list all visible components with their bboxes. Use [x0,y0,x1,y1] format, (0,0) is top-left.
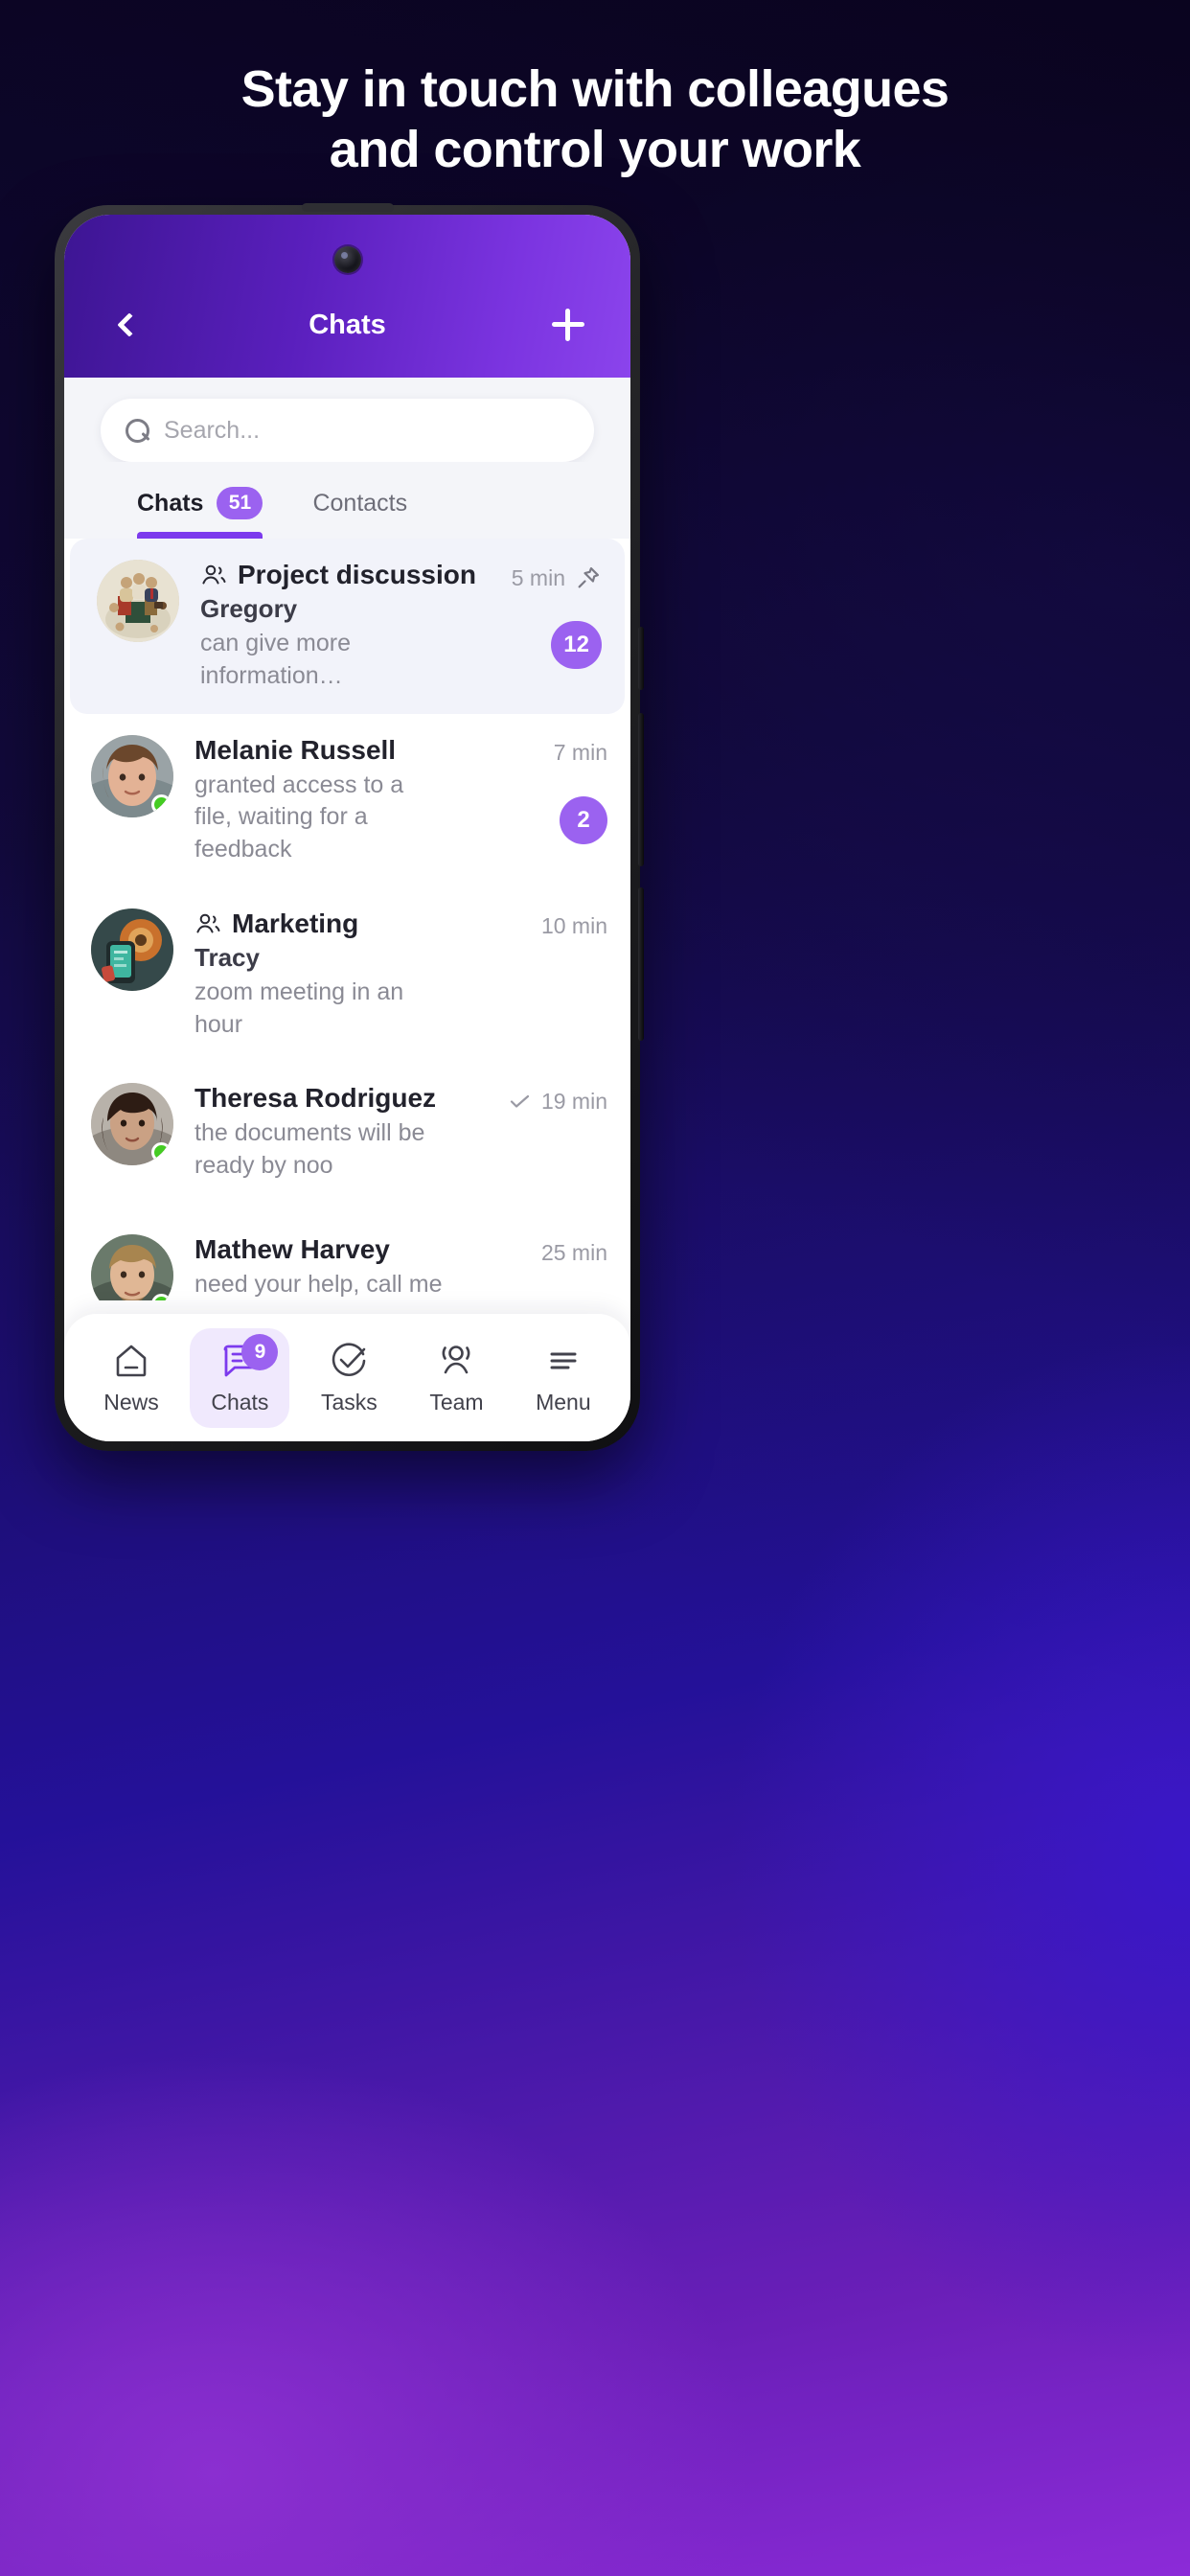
search-icon [126,419,149,443]
chat-time: 25 min [540,1239,607,1265]
page-title: Stay in touch with colleagues and contro… [0,59,1190,179]
home-icon [116,1345,147,1376]
chat-list[interactable]: Project discussion Gregory can give more… [64,539,630,1300]
chat-time: 19 min [540,1088,607,1114]
avatar [91,734,173,817]
app-header: Chats [64,215,630,378]
pin-icon[interactable] [575,564,602,591]
avatar [91,908,173,991]
nav-label-team: Team [429,1389,484,1414]
chat-name: Melanie Russell [195,734,397,765]
phone-mockup: Chats Search... Chats 51 Contacts Projec… [55,203,644,1451]
unread-badge: 2 [560,795,607,844]
headline-line-2: and control your work [329,120,861,178]
tab-bar: Chats 51 Contacts [101,462,594,539]
tab-chats-label: Chats [137,489,204,517]
chat-preview: zoom meeting in an hour [195,978,404,1038]
bottom-navigation: News 9 Chats Tasks Team Menu [64,1314,630,1441]
chat-list-item[interactable]: Mathew Harvey need your help, call me af… [64,1213,630,1300]
front-camera [333,246,361,273]
group-icon [202,564,226,585]
phone-screen: Chats Search... Chats 51 Contacts Projec… [64,215,630,1441]
tab-contacts-label: Contacts [312,489,408,517]
nav-item-chats[interactable]: 9 Chats [190,1327,290,1428]
online-indicator [151,794,172,815]
group-icon [196,913,220,933]
group-avatar-image [91,908,173,991]
chat-list-item[interactable]: Theresa Rodriguez the documents will be … [64,1062,630,1213]
chat-preview: the documents will be ready by noo [195,1119,425,1179]
avatar [91,1083,173,1166]
chat-time: 5 min [511,564,565,590]
nav-label-chats: Chats [211,1389,269,1414]
chat-preview: need your help, call me after meeting [195,1271,443,1299]
chat-sender: Gregory [200,594,298,623]
chat-preview: granted access to a file, waiting for a … [195,770,404,863]
headline-line-1: Stay in touch with colleagues [240,60,950,118]
avatar [97,560,179,642]
people-icon [443,1345,470,1373]
chevron-left-icon [117,312,142,337]
tab-chats[interactable]: Chats 51 [137,487,263,539]
chat-time: 7 min [553,740,607,765]
avatar [91,1234,173,1300]
nav-label-menu: Menu [536,1389,591,1414]
chat-name: Theresa Rodriguez [195,1083,437,1114]
back-button[interactable] [104,303,149,347]
nav-item-tasks[interactable]: Tasks [300,1328,399,1428]
app-title: Chats [309,309,386,340]
chat-name: Marketing [232,908,359,938]
tab-contacts[interactable]: Contacts [312,487,407,539]
nav-badge-chats: 9 [241,1333,279,1370]
contact-avatar-image [91,1234,173,1300]
chat-list-item[interactable]: Melanie Russell granted access to a file… [64,714,630,887]
chat-name: Project discussion [238,560,476,589]
phone-speaker [301,203,394,212]
unread-badge: 12 [551,621,602,669]
tab-chats-badge: 51 [217,487,263,519]
chat-preview: can give more information… [200,630,352,689]
chat-sender: Tracy [195,942,260,972]
chat-list-item[interactable]: Project discussion Gregory can give more… [70,539,625,714]
search-input[interactable]: Search... [101,399,594,462]
group-avatar-image [97,560,179,642]
phone-side-button-top [638,627,644,690]
search-section: Search... Chats 51 Contacts [64,378,630,539]
nav-label-news: News [103,1389,159,1414]
search-placeholder: Search... [164,416,261,444]
phone-volume-down-button [638,887,644,1041]
chat-time: 10 min [540,913,607,939]
read-check-icon [510,1095,530,1108]
plus-icon [551,309,584,341]
nav-item-news[interactable]: News [82,1328,180,1428]
check-circle-icon [332,1342,366,1376]
new-chat-button[interactable] [546,303,590,347]
chat-name: Mathew Harvey [195,1234,390,1265]
chat-list-item[interactable]: Marketing Tracy zoom meeting in an hour … [64,887,630,1063]
nav-label-tasks: Tasks [320,1389,378,1414]
phone-volume-up-button [638,713,644,866]
hamburger-icon [550,1352,577,1368]
nav-item-team[interactable]: Team [408,1328,504,1428]
nav-item-menu[interactable]: Menu [515,1328,612,1428]
